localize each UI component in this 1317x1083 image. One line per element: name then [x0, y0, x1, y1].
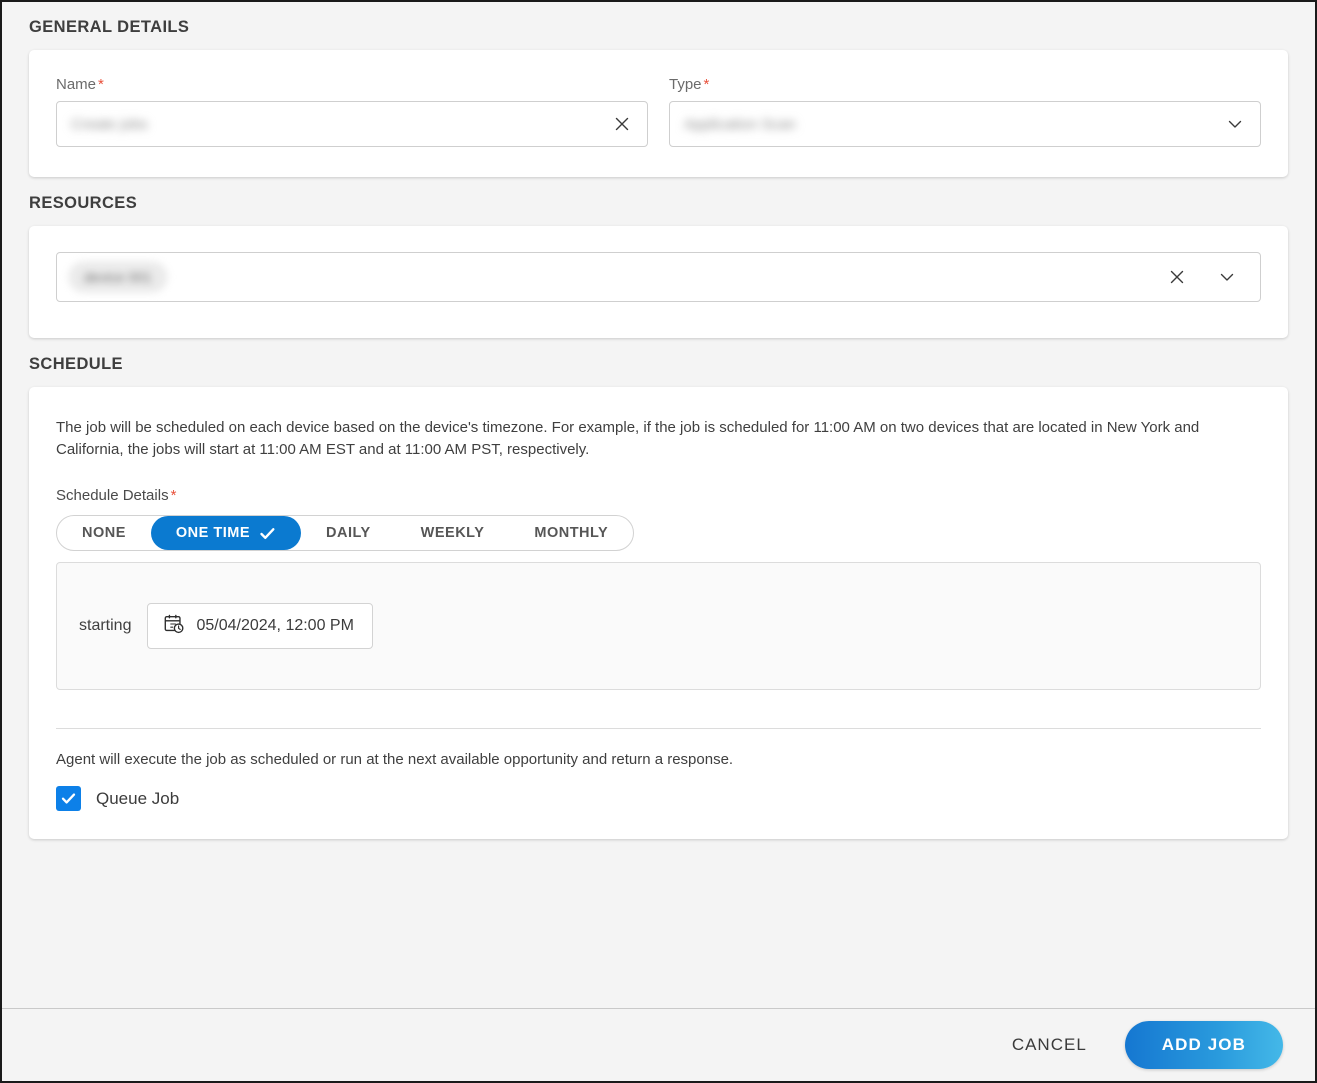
add-job-dialog: GENERAL DETAILS Name * Create jobs Type … — [0, 0, 1317, 1083]
resources-chevron-down-icon[interactable] — [1210, 260, 1244, 294]
queue-job-checkbox[interactable] — [56, 786, 81, 812]
resources-clear-icon[interactable] — [1160, 260, 1194, 294]
tab-daily-label: DAILY — [326, 525, 371, 542]
tab-weekly-label: WEEKLY — [420, 525, 485, 542]
check-icon — [260, 527, 275, 539]
tab-one-time-label: ONE TIME — [175, 525, 250, 542]
general-details-fields: Name * Create jobs Type * Application Sc… — [56, 76, 1261, 147]
name-field-group: Name * Create jobs — [56, 76, 648, 147]
tab-monthly-label: MONTHLY — [534, 525, 609, 542]
schedule-frequency-tabs: NONE ONE TIME DAILY WEEKLY MONTHLY — [56, 515, 635, 552]
schedule-timezone-note: The job will be scheduled on each device… — [56, 419, 1200, 459]
general-details-card: Name * Create jobs Type * Application Sc… — [29, 50, 1288, 177]
schedule-details-label: Schedule Details * — [56, 487, 1261, 504]
tab-none[interactable]: NONE — [57, 516, 151, 550]
schedule-card: The job will be scheduled on each device… — [29, 387, 1288, 840]
type-select-value: Application Scan — [684, 115, 796, 133]
general-details-heading: GENERAL DETAILS — [29, 18, 190, 36]
name-input-value: Create jobs — [71, 115, 148, 133]
name-label: Name * — [56, 76, 648, 93]
agent-execution-note: Agent will execute the job as scheduled … — [56, 751, 734, 769]
dialog-footer: CANCEL ADD JOB — [2, 1008, 1315, 1081]
resources-multiselect[interactable]: device 001 — [56, 252, 1261, 302]
body-bottom-spacer — [29, 839, 1288, 865]
schedule-one-time-panel: starting 05/04/2024, 12:00 PM — [56, 562, 1261, 691]
chevron-down-icon[interactable] — [1218, 107, 1252, 141]
resource-chip[interactable]: device 001 — [69, 262, 167, 292]
tab-one-time[interactable]: ONE TIME — [150, 516, 301, 551]
starting-label: starting — [79, 617, 132, 635]
resources-chip-area: device 001 — [69, 262, 1154, 292]
start-datetime-picker[interactable]: 05/04/2024, 12:00 PM — [147, 603, 373, 650]
type-field-group: Type * Application Scan — [669, 76, 1261, 147]
name-clear-icon[interactable] — [605, 107, 639, 141]
name-required-marker: * — [98, 76, 104, 93]
tab-daily[interactable]: DAILY — [301, 516, 396, 550]
schedule-heading: SCHEDULE — [29, 355, 123, 373]
tab-monthly[interactable]: MONTHLY — [509, 516, 633, 550]
resources-actions — [1160, 260, 1252, 294]
name-label-text: Name — [56, 76, 97, 93]
type-required-marker: * — [703, 76, 710, 93]
start-datetime-value: 05/04/2024, 12:00 PM — [196, 617, 354, 635]
name-input[interactable]: Create jobs — [56, 101, 648, 147]
calendar-clock-icon — [163, 613, 185, 640]
tab-none-label: NONE — [82, 525, 126, 542]
schedule-divider — [56, 728, 1261, 730]
type-select[interactable]: Application Scan — [669, 101, 1261, 147]
dialog-body: GENERAL DETAILS Name * Create jobs Type … — [2, 2, 1315, 1008]
tab-weekly[interactable]: WEEKLY — [396, 516, 510, 550]
schedule-details-label-text: Schedule Details — [56, 487, 169, 505]
resources-card: device 001 — [29, 226, 1288, 338]
add-job-button[interactable]: ADD JOB — [1124, 1021, 1283, 1069]
type-label-text: Type — [669, 76, 702, 93]
queue-job-row: Queue Job — [56, 786, 1261, 812]
cancel-button[interactable]: CANCEL — [998, 1025, 1101, 1065]
checkmark-icon — [61, 793, 76, 804]
schedule-details-required-marker: * — [170, 487, 177, 505]
resources-heading: RESOURCES — [29, 194, 138, 212]
queue-job-label[interactable]: Queue Job — [96, 789, 179, 809]
type-label: Type * — [669, 76, 1261, 93]
